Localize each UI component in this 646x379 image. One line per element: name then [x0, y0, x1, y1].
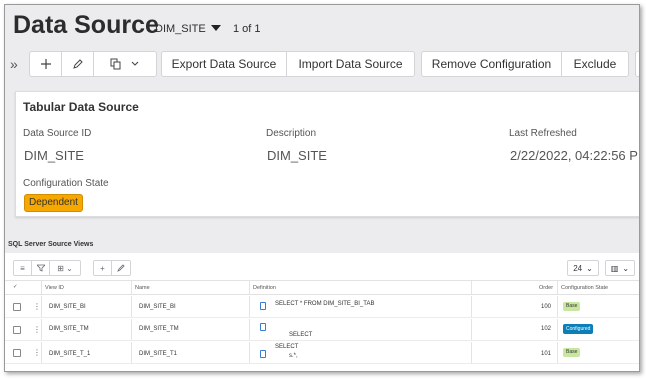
description-value: DIM_SITE	[267, 148, 327, 163]
pencil-icon	[72, 59, 83, 69]
import-data-source-button[interactable]: Import Data Source	[287, 52, 414, 76]
plus-icon	[40, 59, 51, 69]
chevron-down-icon[interactable]	[211, 25, 221, 31]
grid-toolbar: ≡ ⊞ ⌄ + 24 ⌄ ▥ ⌄	[5, 253, 639, 281]
duplicate-icon	[110, 58, 121, 70]
configuration-actions: Remove Configuration Exclude	[421, 51, 629, 77]
export-data-source-button[interactable]: Export Data Source	[162, 52, 287, 76]
page-size-value: 24	[573, 263, 583, 273]
group-menu-icon[interactable]: ⊞ ⌄	[50, 261, 80, 275]
column-header-name[interactable]: Name	[135, 285, 150, 291]
add-button[interactable]	[30, 52, 62, 76]
section-title: SQL Server Source Views	[8, 241, 94, 248]
table-row[interactable]: ⋮ DIM_SITE_BI DIM_SITE_BI SELECT * FROM …	[5, 296, 639, 318]
edit-row-icon[interactable]	[112, 261, 130, 275]
data-source-actions: Export Data Source Import Data Source	[161, 51, 415, 77]
select-all-checkbox[interactable]: ✓	[13, 284, 18, 290]
record-count: 1 of 1	[233, 23, 261, 35]
data-source-id-label: Data Source ID	[23, 128, 92, 139]
definition-cell-line-1: SELECT	[275, 344, 299, 350]
chevron-down-icon: ⌄	[622, 263, 630, 273]
view-id-cell[interactable]: DIM_SITE_TM	[49, 326, 89, 332]
document-icon[interactable]	[260, 302, 266, 310]
row-menu-icon[interactable]: ⋮	[33, 302, 41, 311]
data-source-window: Data Source DIM_SITE 1 of 1 » Export Dat…	[4, 4, 640, 372]
chevron-down-icon: ⌄	[586, 263, 593, 273]
add-row-icon[interactable]: +	[94, 261, 112, 275]
column-chooser-button[interactable]: ▥ ⌄	[605, 260, 635, 276]
data-source-id-value: DIM_SITE	[24, 148, 84, 163]
view-id-cell[interactable]: DIM_SITE_BI	[49, 304, 86, 310]
view-id-cell[interactable]: DIM_SITE_T_1	[49, 351, 90, 357]
chevron-down-icon	[131, 61, 139, 66]
exclude-button[interactable]: Exclude	[562, 52, 628, 76]
copy-menu-button[interactable]	[94, 52, 156, 76]
page-size-select[interactable]: 24 ⌄	[567, 260, 599, 276]
filter-icon[interactable]	[32, 261, 50, 275]
status-badge: Dependent	[24, 194, 83, 212]
edit-button[interactable]	[62, 52, 94, 76]
row-checkbox[interactable]	[13, 349, 21, 357]
order-cell: 101	[541, 351, 552, 357]
page-title: Data Source	[13, 11, 159, 39]
definition-cell: SELECT	[289, 332, 313, 338]
table-row[interactable]: ⋮ DIM_SITE_TM DIM_SITE_TM SELECT 102 Con…	[5, 319, 639, 341]
status-badge: Base	[563, 348, 581, 357]
name-cell: DIM_SITE_TM	[139, 326, 179, 332]
grid-edit-group: +	[93, 260, 131, 276]
list-view-icon[interactable]: ≡	[14, 261, 32, 275]
grid-view-group: ≡ ⊞ ⌄	[13, 260, 81, 276]
description-label: Description	[266, 128, 317, 139]
tabular-data-source-card: Tabular Data Source Data Source ID DIM_S…	[15, 91, 640, 217]
status-badge: Base	[563, 302, 581, 311]
more-actions-button[interactable]	[635, 51, 639, 77]
order-cell: 102	[541, 326, 552, 332]
column-header-view-id[interactable]: View ID	[45, 285, 64, 291]
page-header: Data Source DIM_SITE 1 of 1	[5, 5, 639, 47]
document-icon[interactable]	[260, 323, 266, 331]
row-menu-icon[interactable]: ⋮	[33, 325, 41, 334]
last-refreshed-label: Last Refreshed	[509, 128, 577, 139]
source-views-grid: ≡ ⊞ ⌄ + 24 ⌄ ▥ ⌄ ✓ View ID Name Definiti…	[5, 253, 639, 371]
definition-cell-line-2: s.*,	[289, 353, 298, 359]
name-cell: DIM_SITE_T1	[139, 351, 178, 357]
command-toolbar: » Export Data Source Import Data Source …	[5, 49, 639, 79]
column-header-definition[interactable]: Definition	[253, 285, 276, 291]
column-header-order[interactable]: Order	[539, 285, 553, 291]
configuration-state-label: Configuration State	[23, 178, 109, 189]
name-cell: DIM_SITE_BI	[139, 304, 176, 310]
status-badge: Configured	[563, 324, 594, 334]
card-title: Tabular Data Source	[23, 100, 139, 114]
remove-configuration-button[interactable]: Remove Configuration	[422, 52, 562, 76]
context-selector[interactable]: DIM_SITE	[155, 23, 206, 35]
order-cell: 100	[541, 304, 552, 310]
table-row[interactable]: ⋮ DIM_SITE_T_1 DIM_SITE_T1 SELECT s.*, 1…	[5, 342, 639, 364]
expand-icon[interactable]: »	[10, 56, 18, 72]
column-header-configuration-state[interactable]: Configuration State	[561, 285, 608, 291]
icon-button-group	[29, 51, 157, 77]
columns-icon: ▥	[610, 263, 619, 273]
definition-cell: SELECT * FROM DIM_SITE_BI_TAB	[275, 301, 375, 307]
row-menu-icon[interactable]: ⋮	[33, 348, 41, 357]
document-icon[interactable]	[260, 350, 266, 358]
row-checkbox[interactable]	[13, 326, 21, 334]
last-refreshed-value: 2/22/2022, 04:22:56 PM	[510, 148, 640, 163]
grid-header: ✓ View ID Name Definition Order Configur…	[5, 281, 639, 295]
row-checkbox[interactable]	[13, 303, 21, 311]
